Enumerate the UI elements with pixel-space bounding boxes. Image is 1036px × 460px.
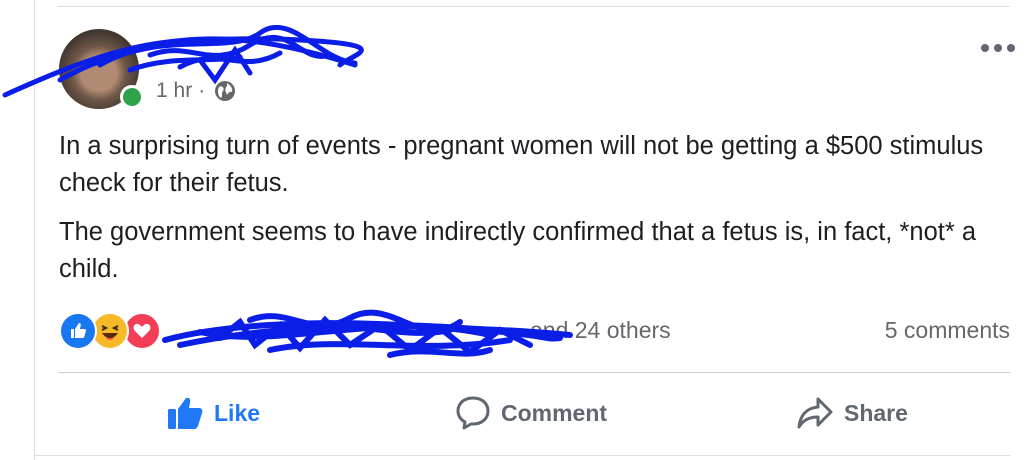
like-button[interactable]: Like	[166, 392, 260, 434]
like-label: Like	[214, 399, 261, 426]
globe-icon	[215, 81, 236, 101]
comment-button[interactable]: Comment	[455, 392, 607, 434]
thumbs-up-icon	[168, 397, 203, 429]
like-reaction-icon	[59, 312, 97, 350]
comment-label: Comment	[501, 399, 608, 426]
redacted-reactor-names	[162, 309, 573, 358]
reaction-icons[interactable]	[59, 312, 161, 350]
post-body: In a surprising turn of events - pregnan…	[59, 128, 999, 300]
meta-separator: ·	[198, 79, 206, 102]
divider	[58, 372, 1010, 373]
comments-count[interactable]: 5 comments	[885, 317, 1010, 344]
share-label: Share	[844, 399, 908, 426]
share-button[interactable]: Share	[796, 392, 908, 434]
post-paragraph: The government seems to have indirectly …	[59, 218, 977, 283]
post-paragraph: In a surprising turn of events - pregnan…	[59, 132, 984, 197]
timestamp[interactable]: 1 hr	[156, 79, 192, 103]
divider	[34, 455, 1010, 456]
share-arrow-icon	[797, 397, 833, 429]
more-options-icon[interactable]	[981, 38, 1021, 58]
post-meta: 1 hr ·	[156, 79, 237, 103]
speech-bubble-icon	[456, 396, 490, 430]
divider	[58, 6, 1010, 7]
